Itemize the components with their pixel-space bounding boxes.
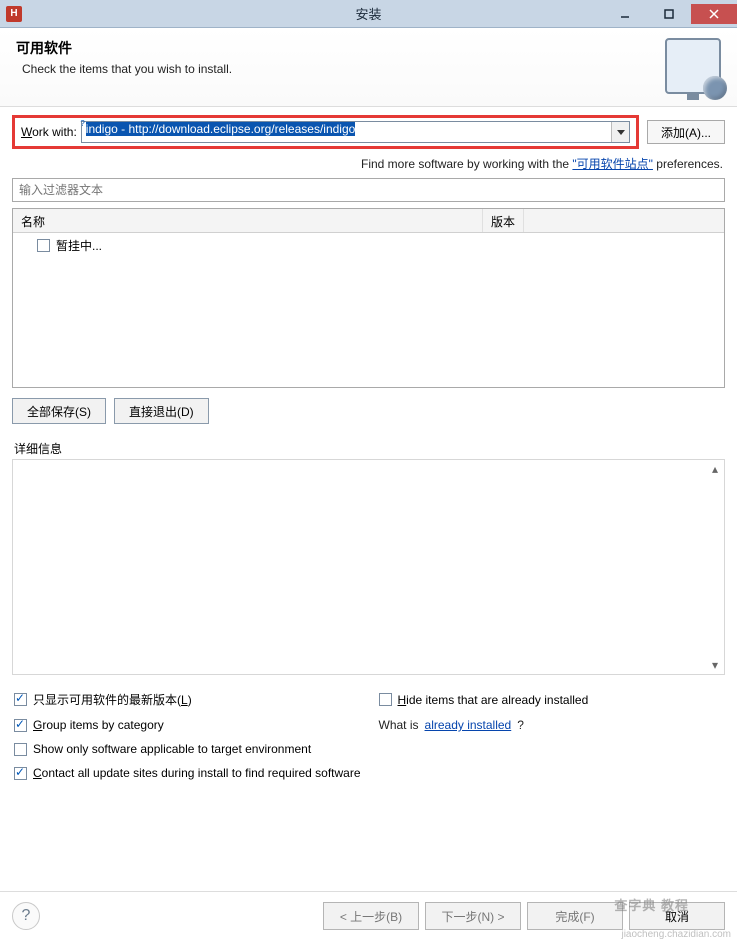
close-button[interactable] [691,4,737,24]
maximize-button[interactable] [647,4,691,24]
deselect-all-button[interactable]: 直接退出(D) [114,398,209,424]
row-checkbox[interactable] [37,239,50,252]
checkbox[interactable] [379,693,392,706]
find-more-text: Find more software by working with the "… [0,155,737,178]
next-button[interactable]: 下一步(N) > [425,902,521,930]
help-button[interactable]: ? [12,902,40,930]
options-grid: 只显示可用软件的最新版本(L) Hide items that are alre… [0,685,737,780]
opt-contact-all[interactable]: Contact all update sites during install … [14,766,723,780]
opt-target-env[interactable]: Show only software applicable to target … [14,742,723,756]
selection-buttons: 全部保存(S) 直接退出(D) [0,388,737,434]
work-with-label: Work with: ? [21,125,77,139]
column-version[interactable]: 版本 [483,209,524,232]
finish-button[interactable]: 完成(F) [527,902,623,930]
wizard-footer: ? < 上一步(B) 下一步(N) > 完成(F) 取消 [0,891,737,942]
tree-row[interactable]: 暂挂中... [13,233,724,258]
back-button[interactable]: < 上一步(B) [323,902,419,930]
row-label: 暂挂中... [56,237,102,254]
work-with-highlight: Work with: ? indigo - http://download.ec… [12,115,639,149]
scroll-down-icon[interactable]: ▾ [708,658,722,672]
install-icon [665,38,721,94]
filter-input[interactable] [12,178,725,202]
tree-header: 名称 版本 [13,209,724,233]
opt-group-category[interactable]: Group items by category [14,718,359,732]
cancel-button[interactable]: 取消 [629,902,725,930]
column-name[interactable]: 名称 [13,209,483,232]
checkbox[interactable] [14,719,27,732]
checkbox[interactable] [14,693,27,706]
already-installed-link[interactable]: already installed [425,718,512,732]
details-label: 详细信息 [0,434,737,459]
help-decorator-icon: ? [80,119,84,128]
checkbox[interactable] [14,767,27,780]
checkbox[interactable] [14,743,27,756]
add-button[interactable]: 添加(A)... [647,120,725,144]
work-with-input[interactable]: indigo - http://download.eclipse.org/rel… [82,122,611,142]
work-with-row: Work with: ? indigo - http://download.ec… [0,107,737,155]
what-is-installed: What is already installed? [379,718,724,732]
opt-latest-only[interactable]: 只显示可用软件的最新版本(L) [14,691,359,708]
banner-subtitle: Check the items that you wish to install… [16,62,665,76]
title-bar: H 安装 [0,0,737,28]
available-sites-link[interactable]: "可用软件站点" [572,157,653,171]
banner: 可用软件 Check the items that you wish to in… [0,28,737,107]
details-box[interactable]: ▴ ▾ [12,459,725,675]
work-with-combo[interactable]: indigo - http://download.eclipse.org/rel… [81,121,630,143]
window-controls [603,4,737,24]
banner-title: 可用软件 [16,38,665,58]
software-tree[interactable]: 名称 版本 暂挂中... [12,208,725,388]
select-all-button[interactable]: 全部保存(S) [12,398,106,424]
app-icon: H [6,6,22,22]
minimize-button[interactable] [603,4,647,24]
chevron-down-icon[interactable] [611,122,629,142]
opt-hide-installed[interactable]: Hide items that are already installed [379,691,724,708]
scroll-up-icon[interactable]: ▴ [708,462,722,476]
